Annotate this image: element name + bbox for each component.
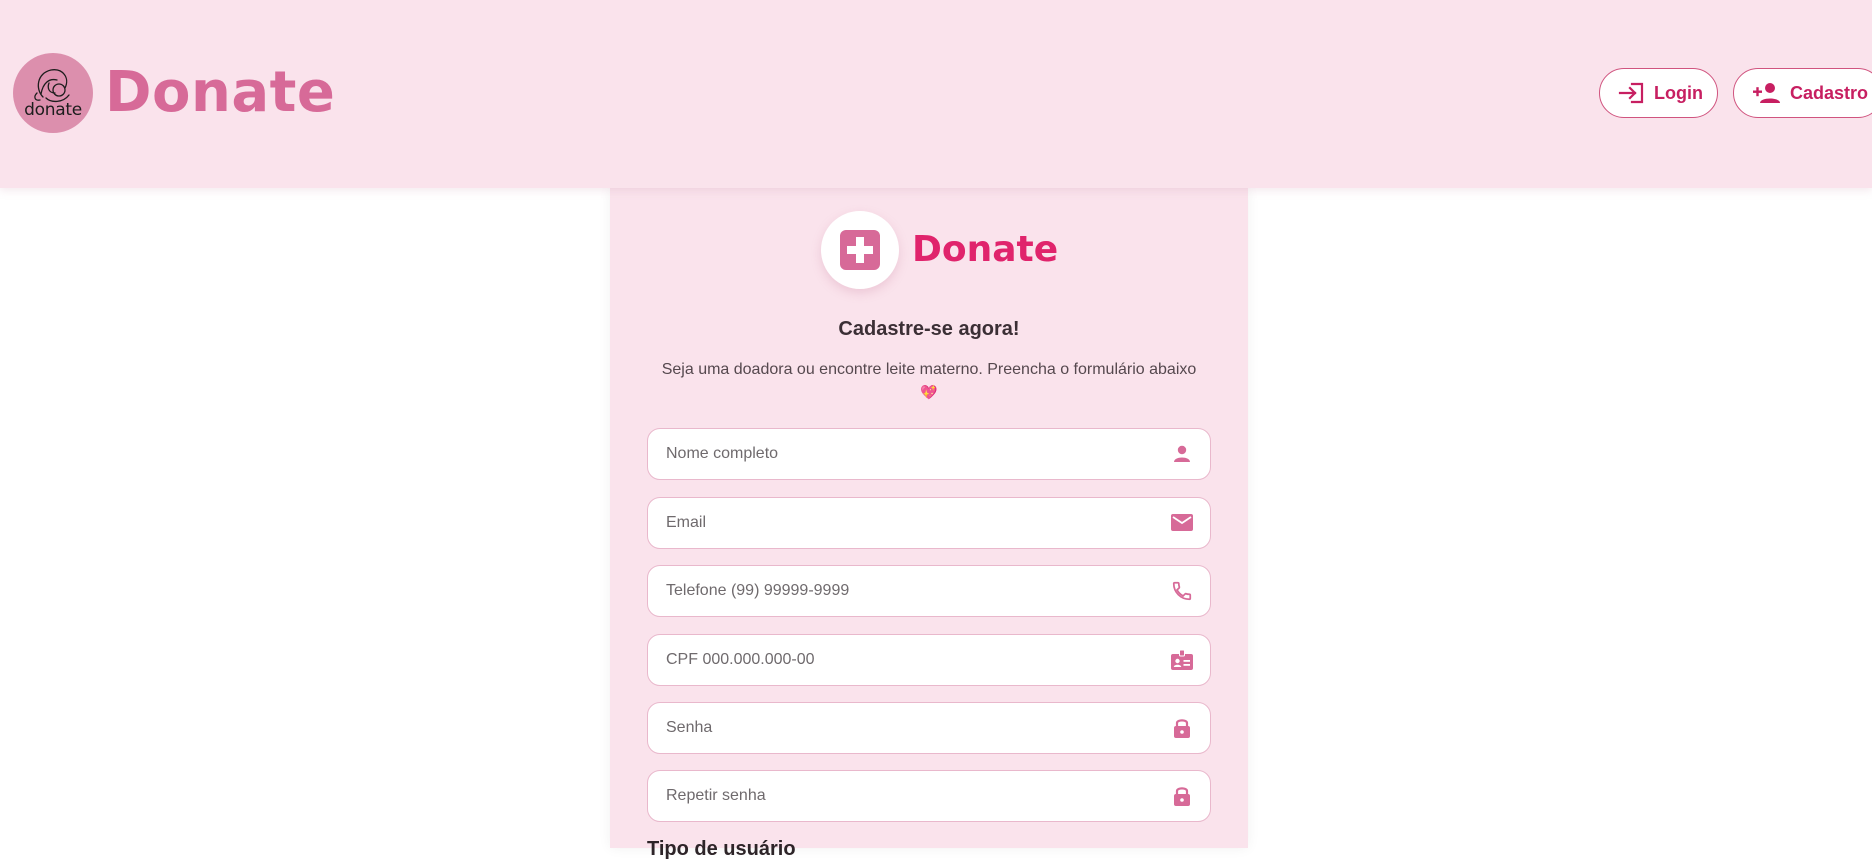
page-title: Cadastre-se agora! [838, 318, 1020, 340]
phone-input[interactable] [664, 581, 1170, 601]
lock-icon [1170, 784, 1194, 808]
brand-logo: donate [13, 53, 93, 133]
lock-icon [1170, 716, 1194, 740]
login-label: Login [1654, 82, 1703, 103]
signup-card: Donate Cadastre-se agora! Seja uma doado… [610, 188, 1248, 860]
user-type-label: Tipo de usuário [647, 838, 796, 860]
logo-text: donate [24, 100, 82, 120]
cadastro-button[interactable]: Cadastro [1733, 68, 1872, 118]
cadastro-label: Cadastro [1790, 82, 1869, 103]
email-icon [1170, 511, 1194, 535]
brand-name: Donate [105, 60, 336, 125]
id-card-icon [1170, 648, 1194, 672]
cpf-field[interactable] [647, 634, 1211, 686]
login-icon [1618, 82, 1644, 104]
medical-cross-icon [840, 230, 880, 270]
password-field[interactable] [647, 702, 1211, 754]
card-badge [821, 211, 899, 289]
password-input[interactable] [664, 718, 1170, 738]
cpf-input[interactable] [664, 650, 1170, 670]
full-name-field[interactable] [647, 428, 1211, 480]
repeat-password-field[interactable] [647, 770, 1211, 822]
phone-field[interactable] [647, 565, 1211, 617]
card-brand-name: Donate [912, 229, 1059, 270]
add-user-icon [1753, 83, 1780, 103]
brand[interactable]: donate Donate [13, 53, 335, 133]
top-header: donate Donate Login Cadastro [0, 0, 1872, 188]
email-input[interactable] [664, 513, 1170, 533]
subtitle-text: Seja uma doadora ou encontre leite mater… [661, 361, 1197, 378]
heart-icon: 💖 [920, 384, 938, 400]
repeat-password-input[interactable] [664, 786, 1170, 806]
mother-baby-icon [34, 69, 70, 103]
phone-icon [1170, 579, 1194, 603]
login-button[interactable]: Login [1599, 68, 1718, 118]
email-field[interactable] [647, 497, 1211, 549]
person-icon [1170, 442, 1194, 466]
page-subtitle: Seja uma doadora ou encontre leite mater… [650, 358, 1208, 404]
card-brand: Donate [821, 211, 1058, 289]
full-name-input[interactable] [664, 444, 1170, 464]
